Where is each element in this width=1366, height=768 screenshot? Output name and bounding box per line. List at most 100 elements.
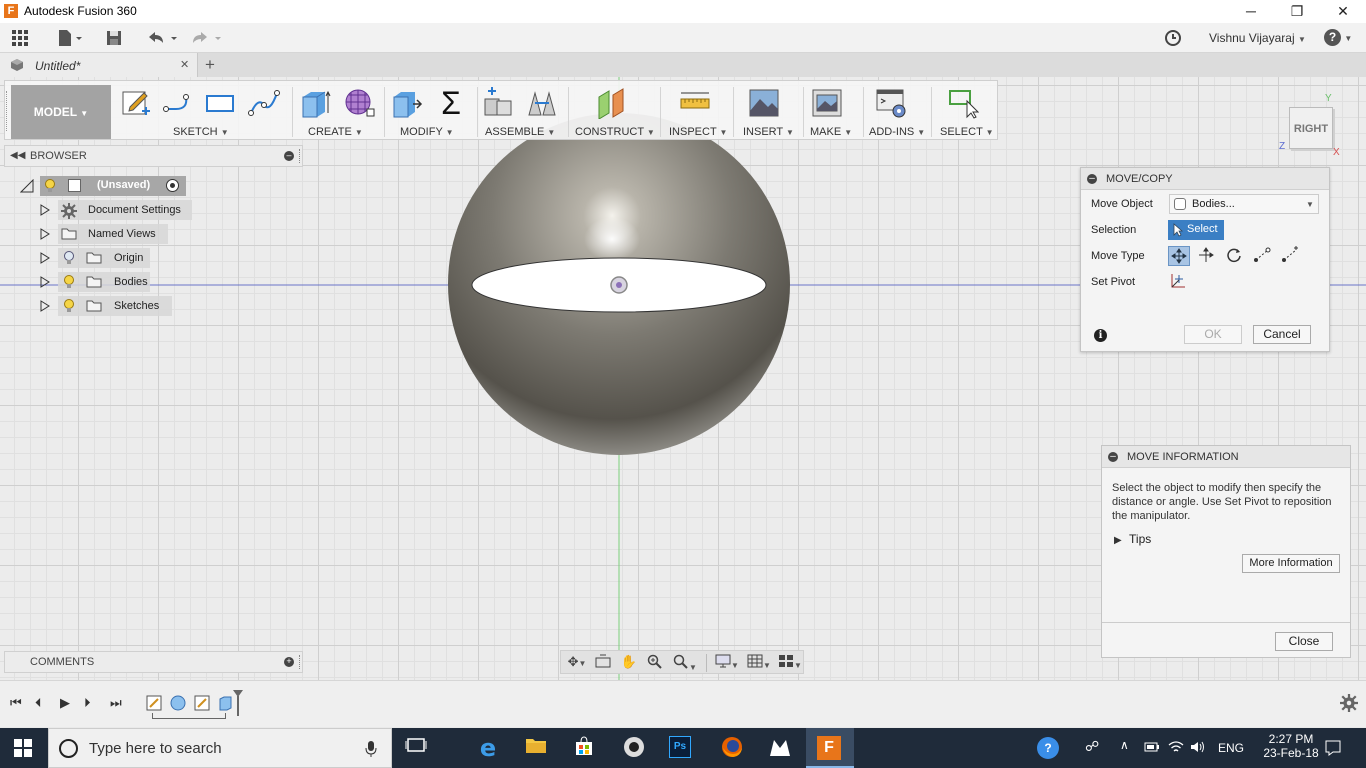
cancel-button[interactable]: Cancel <box>1253 325 1311 344</box>
close-window-button[interactable]: ✕ <box>1320 0 1366 23</box>
comments-panel-header[interactable]: COMMENTS + <box>4 651 303 673</box>
scripts-addins-icon[interactable] <box>875 87 907 119</box>
unknown-app-icon[interactable] <box>767 736 793 760</box>
viewports-icon[interactable]: ▼ <box>776 654 804 670</box>
document-tab[interactable]: Untitled* ✕ <box>0 53 198 77</box>
browser-item-document-settings[interactable]: Document Settings <box>20 200 320 220</box>
rectangle-tool-icon[interactable] <box>204 87 236 119</box>
language-indicator[interactable]: ENG <box>1218 741 1244 755</box>
new-component-icon[interactable] <box>482 87 514 119</box>
step-back-icon[interactable]: ⏴ <box>35 695 42 711</box>
line-tool-icon[interactable] <box>162 87 194 119</box>
browser-item-bodies[interactable]: Bodies <box>20 272 320 292</box>
assemble-group-menu[interactable]: ASSEMBLE ▼ <box>485 126 555 138</box>
microphone-icon[interactable] <box>365 740 377 761</box>
point-to-position-button[interactable] <box>1280 246 1302 266</box>
zoom-icon[interactable] <box>646 654 664 670</box>
tree-expand-arrow-icon[interactable] <box>39 228 50 240</box>
select-group-menu[interactable]: SELECT ▼ <box>940 126 994 138</box>
create-form-icon[interactable] <box>343 87 375 119</box>
browser-item-origin[interactable]: Origin <box>20 248 320 268</box>
construct-group-menu[interactable]: CONSTRUCT ▼ <box>575 126 655 138</box>
move-copy-header[interactable]: – MOVE/COPY <box>1081 168 1329 190</box>
undo-icon[interactable] <box>144 29 180 47</box>
visibility-bulb-icon[interactable] <box>44 179 56 196</box>
collapse-panel-icon[interactable]: – <box>1108 452 1118 462</box>
press-pull-icon[interactable] <box>391 87 423 119</box>
joint-icon[interactable] <box>526 87 558 119</box>
action-center-icon[interactable] <box>1324 739 1342 760</box>
new-tab-button[interactable]: + <box>205 55 215 75</box>
media-app-icon[interactable] <box>621 736 647 760</box>
insert-group-menu[interactable]: INSERT ▼ <box>743 126 794 138</box>
browser-panel-header[interactable]: ◀◀ BROWSER – <box>4 145 303 167</box>
play-icon[interactable]: ▶ <box>60 695 70 711</box>
minimize-button[interactable]: ─ <box>1228 0 1274 23</box>
people-icon[interactable]: ☍ <box>1085 738 1099 755</box>
inspect-group-menu[interactable]: INSPECT ▼ <box>669 126 727 138</box>
point-to-point-button[interactable] <box>1252 246 1274 266</box>
maximize-button[interactable]: ❐ <box>1274 0 1320 23</box>
3d-print-icon[interactable] <box>811 87 843 119</box>
select-button[interactable]: Select <box>1168 220 1224 240</box>
timeline-revolve-feature-icon[interactable] <box>170 695 186 714</box>
timeline-sketch-feature-icon[interactable] <box>146 695 162 714</box>
tree-collapse-triangle-icon[interactable] <box>19 178 34 196</box>
view-cube[interactable]: RIGHT Y Z X <box>1276 93 1342 158</box>
save-icon[interactable] <box>104 29 124 47</box>
help-menu[interactable]: ? ▼ <box>1324 29 1352 46</box>
battery-icon[interactable] <box>1144 741 1160 756</box>
close-tab-icon[interactable]: ✕ <box>180 58 189 71</box>
timeline-marker[interactable] <box>232 689 244 720</box>
fusion-taskbar-button[interactable]: F <box>806 728 854 768</box>
taskbar-search-box[interactable]: Type here to search <box>48 728 392 768</box>
job-status-clock-icon[interactable] <box>1163 29 1183 47</box>
info-icon[interactable]: i <box>1094 329 1107 342</box>
set-pivot-button[interactable] <box>1169 272 1189 292</box>
workspace-switcher[interactable]: MODEL ▼ <box>11 85 111 139</box>
photoshop-icon[interactable]: Ps <box>669 736 695 760</box>
collapse-browser-icon[interactable]: ◀◀ <box>10 150 25 161</box>
view-cube-face[interactable]: RIGHT <box>1289 107 1333 149</box>
task-view-icon[interactable] <box>403 736 429 760</box>
browser-item-sketches[interactable]: Sketches <box>20 296 320 316</box>
look-at-icon[interactable] <box>594 654 612 670</box>
insert-canvas-image-icon[interactable] <box>748 87 780 119</box>
pan-hand-icon[interactable]: ✋ <box>620 654 638 670</box>
fit-zoom-icon[interactable]: ▼ <box>670 654 700 672</box>
tree-expand-arrow-icon[interactable] <box>39 276 50 288</box>
free-move-button[interactable] <box>1168 246 1190 266</box>
firefox-icon[interactable] <box>719 736 745 760</box>
parameters-sigma-icon[interactable]: Σ <box>435 87 467 119</box>
show-hidden-icons-icon[interactable]: ∧ <box>1120 738 1129 752</box>
visibility-bulb-icon[interactable] <box>63 275 75 292</box>
help-tray-icon[interactable]: ? <box>1037 737 1059 759</box>
extrude-icon[interactable] <box>299 87 331 119</box>
modify-group-menu[interactable]: MODIFY ▼ <box>400 126 454 138</box>
volume-icon[interactable] <box>1190 740 1206 757</box>
step-forward-icon[interactable]: ⏵ <box>84 695 91 711</box>
move-object-dropdown[interactable]: Bodies... ▼ <box>1169 194 1319 214</box>
timeline-settings-gear-icon[interactable] <box>1340 694 1358 715</box>
display-settings-icon[interactable]: ▼ <box>713 654 741 670</box>
tips-expander[interactable]: ▶ Tips <box>1114 532 1151 546</box>
file-explorer-icon[interactable] <box>523 736 549 760</box>
minimize-panel-icon[interactable]: – <box>284 151 294 161</box>
tree-expand-arrow-icon[interactable] <box>39 252 50 264</box>
store-icon[interactable] <box>571 736 597 760</box>
file-menu-icon[interactable] <box>54 29 84 47</box>
edge-browser-icon[interactable]: e <box>475 736 501 760</box>
wifi-icon[interactable] <box>1168 740 1184 757</box>
ok-button[interactable]: OK <box>1184 325 1242 344</box>
add-comment-icon[interactable]: + <box>284 657 294 667</box>
offset-plane-icon[interactable] <box>595 87 627 120</box>
translate-button[interactable] <box>1196 246 1218 266</box>
create-sketch-icon[interactable] <box>120 87 152 119</box>
rotate-button[interactable] <box>1224 246 1246 266</box>
data-panel-grid-icon[interactable] <box>10 29 30 47</box>
activate-radio-icon[interactable] <box>166 179 179 192</box>
user-account-menu[interactable]: Vishnu Vijayaraj ▼ <box>1209 31 1306 45</box>
browser-root-row[interactable]: (Unsaved) <box>19 176 320 196</box>
spline-tool-icon[interactable] <box>248 87 280 119</box>
browser-item-named-views[interactable]: Named Views <box>20 224 320 244</box>
